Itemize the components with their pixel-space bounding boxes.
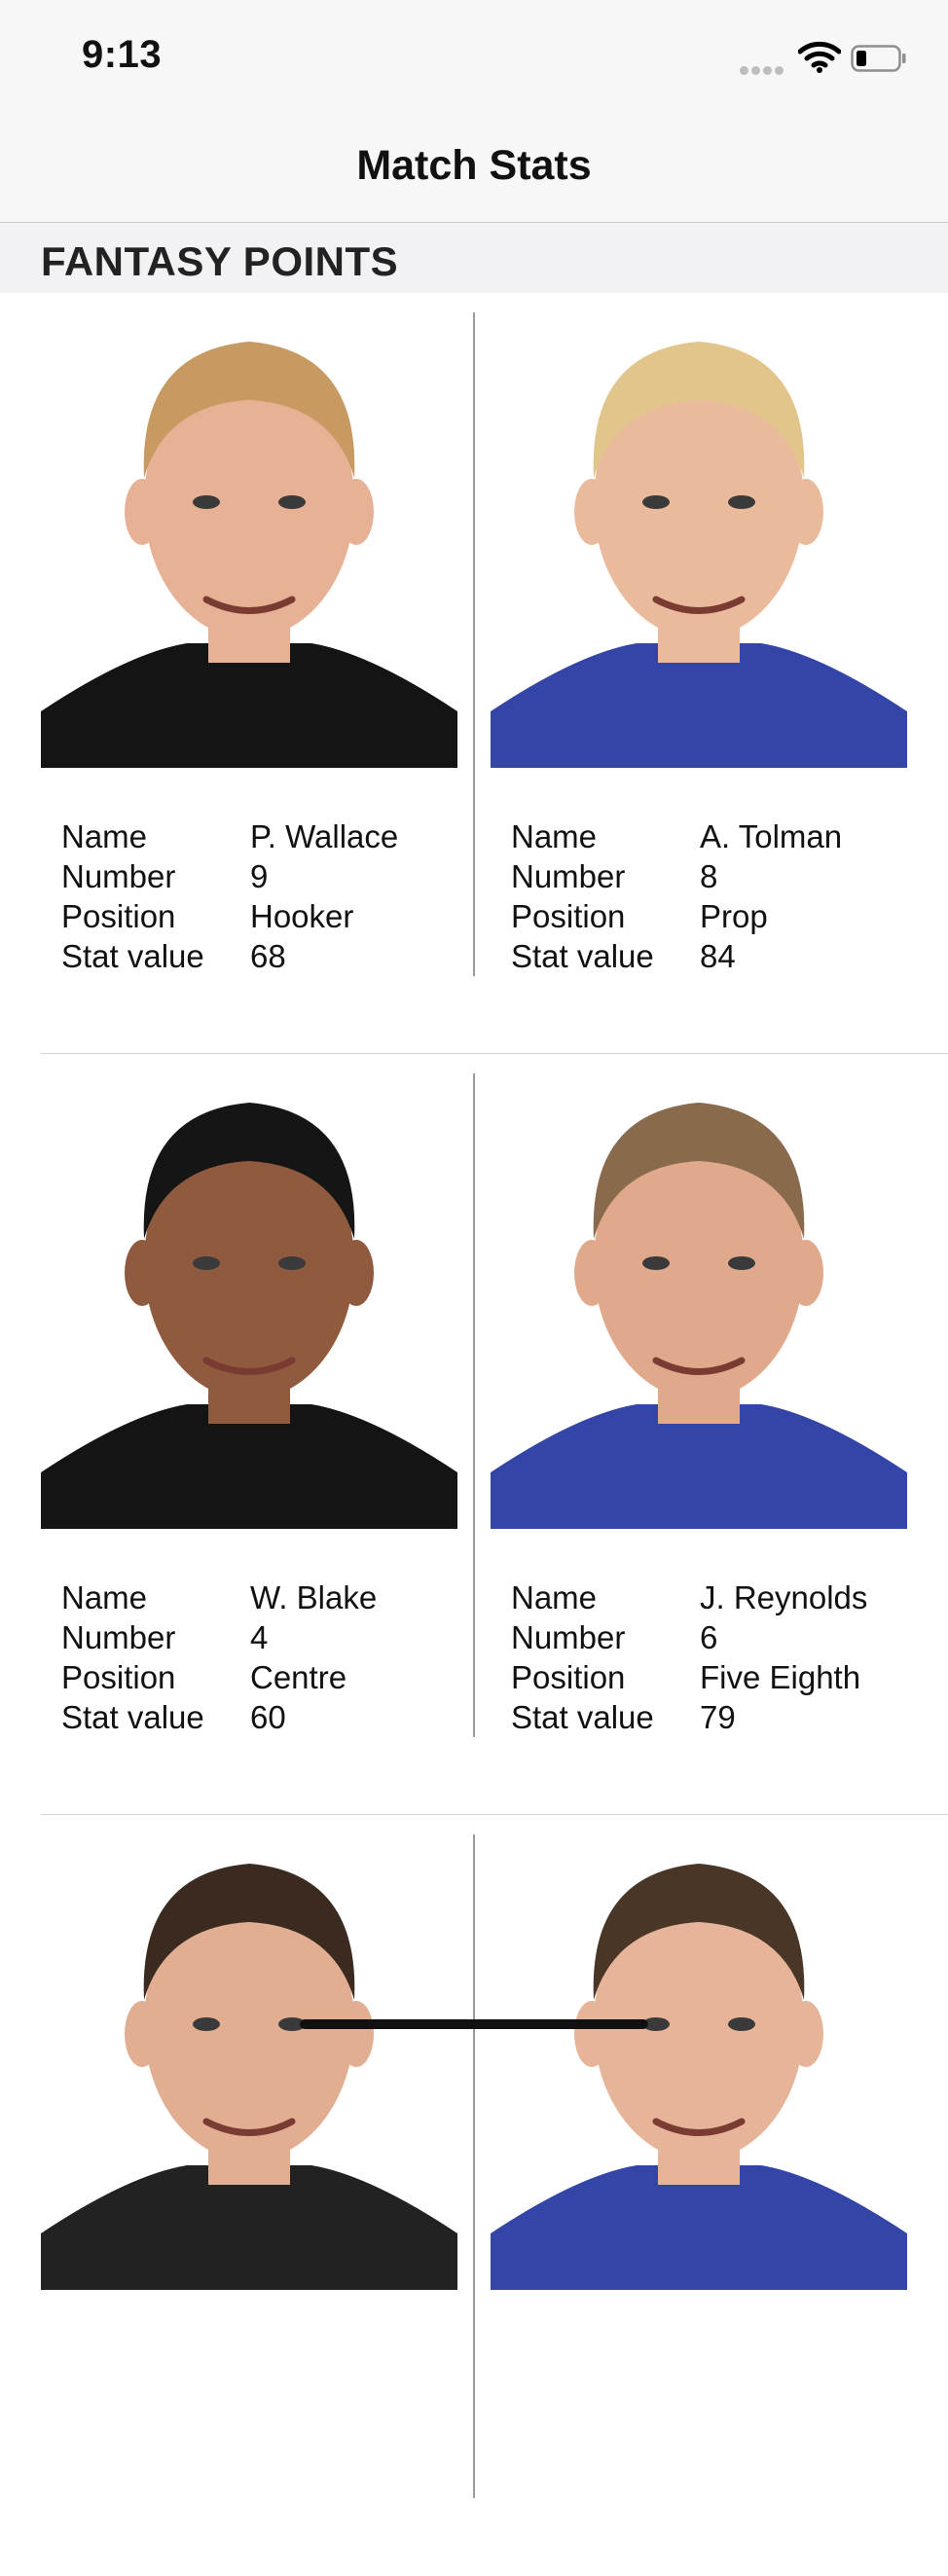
name-label: Name — [61, 1579, 148, 1615]
section-header: FANTASY POINTS — [0, 223, 948, 293]
player-stats: Name P. Wallace Number 9 Position Hooker St… — [41, 816, 457, 976]
player-photo — [491, 1073, 907, 1529]
player-portrait-image — [491, 1103, 907, 1529]
player-card[interactable]: Name J. Reynolds Number 6 Position Five Eig… — [491, 1073, 907, 1737]
player-photo — [491, 1834, 907, 2290]
position-label: Position — [511, 1659, 626, 1695]
player-card[interactable]: Name P. Wallace Number 9 Position Hooker St… — [41, 312, 457, 976]
navigation-bar: Match Stats — [0, 115, 948, 223]
player-position: Prop — [700, 898, 768, 934]
player-photo — [41, 312, 457, 768]
player-portrait-image — [41, 1864, 457, 2290]
number-label: Number — [61, 1619, 176, 1655]
stat-value-label: Stat value — [511, 1699, 654, 1735]
name-label: Name — [511, 1579, 598, 1615]
player-row — [0, 1815, 948, 2576]
player-position: Five Eighth — [700, 1659, 861, 1695]
player-photo — [491, 312, 907, 768]
home-indicator[interactable] — [300, 2019, 648, 2029]
player-stat-value: 84 — [700, 938, 736, 974]
number-label: Number — [511, 858, 626, 894]
player-name: W. Blake — [250, 1579, 378, 1615]
player-card[interactable]: Name W. Blake Number 4 Position Centre Stat… — [41, 1073, 457, 1737]
stat-value-label: Stat value — [61, 938, 204, 974]
player-number: 6 — [700, 1619, 718, 1655]
player-portrait-image — [491, 342, 907, 768]
player-portrait-image — [41, 1103, 457, 1529]
player-portrait-image — [41, 342, 457, 768]
position-label: Position — [511, 898, 626, 934]
player-name: P. Wallace — [250, 818, 399, 854]
player-stats: Name W. Blake Number 4 Position Centre Stat… — [41, 1578, 457, 1737]
column-divider — [473, 312, 475, 976]
player-stats: Name J. Reynolds Number 6 Position Five Eig… — [491, 1578, 907, 1737]
player-stats: Name A. Tolman Number 8 Position Prop Stat … — [491, 816, 907, 976]
player-position: Hooker — [250, 898, 354, 934]
page-title: Match Stats — [356, 142, 592, 189]
name-label: Name — [511, 818, 598, 854]
stat-value-label: Stat value — [61, 1699, 204, 1735]
player-number: 9 — [250, 858, 269, 894]
number-label: Number — [61, 858, 176, 894]
player-card[interactable] — [491, 1834, 907, 2290]
player-card[interactable] — [41, 1834, 457, 2290]
player-portrait-image — [491, 1864, 907, 2290]
stat-value-label: Stat value — [511, 938, 654, 974]
player-number: 4 — [250, 1619, 269, 1655]
player-stat-value: 60 — [250, 1699, 286, 1735]
player-card[interactable]: Name A. Tolman Number 8 Position Prop Stat … — [491, 312, 907, 976]
player-photo — [41, 1834, 457, 2290]
section-title: FANTASY POINTS — [41, 238, 399, 284]
position-label: Position — [61, 1659, 176, 1695]
player-stat-value: 68 — [250, 938, 286, 974]
wifi-icon — [797, 41, 842, 74]
cellular-signal-icon — [740, 62, 786, 75]
player-stat-value: 79 — [700, 1699, 736, 1735]
position-label: Position — [61, 898, 176, 934]
player-number: 8 — [700, 858, 718, 894]
battery-icon — [851, 45, 907, 72]
column-divider — [473, 1834, 475, 2498]
player-row: Name W. Blake Number 4 Position Centre Stat… — [0, 1054, 948, 1815]
player-name: J. Reynolds — [700, 1579, 868, 1615]
column-divider — [473, 1073, 475, 1737]
player-position: Centre — [250, 1659, 347, 1695]
player-name: A. Tolman — [700, 818, 843, 854]
status-time: 9:13 — [82, 33, 163, 76]
status-bar: 9:13 — [0, 0, 948, 115]
player-row: Name P. Wallace Number 9 Position Hooker St… — [0, 293, 948, 1054]
number-label: Number — [511, 1619, 626, 1655]
player-photo — [41, 1073, 457, 1529]
name-label: Name — [61, 818, 148, 854]
